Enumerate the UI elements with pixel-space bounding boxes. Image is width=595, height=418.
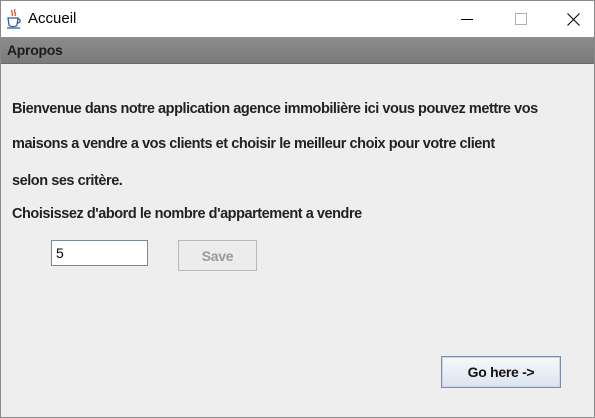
- menu-bar: Apropos: [1, 37, 594, 64]
- menu-apropos[interactable]: Apropos: [7, 42, 63, 58]
- apartment-count-input[interactable]: [51, 240, 148, 266]
- title-bar[interactable]: Accueil: [1, 1, 594, 37]
- close-icon: [566, 12, 580, 26]
- go-here-button[interactable]: Go here ->: [441, 356, 561, 388]
- main-window: Accueil Apropos Bienvenue dans notre app…: [0, 0, 595, 418]
- welcome-text-line-1: Bienvenue dans notre application agence …: [12, 101, 538, 117]
- welcome-text-line-3: selon ses critère.: [12, 173, 123, 189]
- save-button[interactable]: Save: [178, 240, 257, 271]
- minimize-button[interactable]: [444, 1, 490, 37]
- window-title: Accueil: [28, 10, 77, 27]
- welcome-text-line-2: maisons a vendre a vos clients et choisi…: [12, 136, 495, 152]
- maximize-icon: [515, 13, 527, 25]
- java-coffee-cup-icon: [6, 8, 23, 29]
- maximize-button[interactable]: [498, 1, 544, 37]
- minimize-icon: [461, 19, 473, 20]
- close-button[interactable]: [550, 1, 594, 37]
- apartment-count-prompt: Choisissez d'abord le nombre d'apparteme…: [12, 206, 362, 222]
